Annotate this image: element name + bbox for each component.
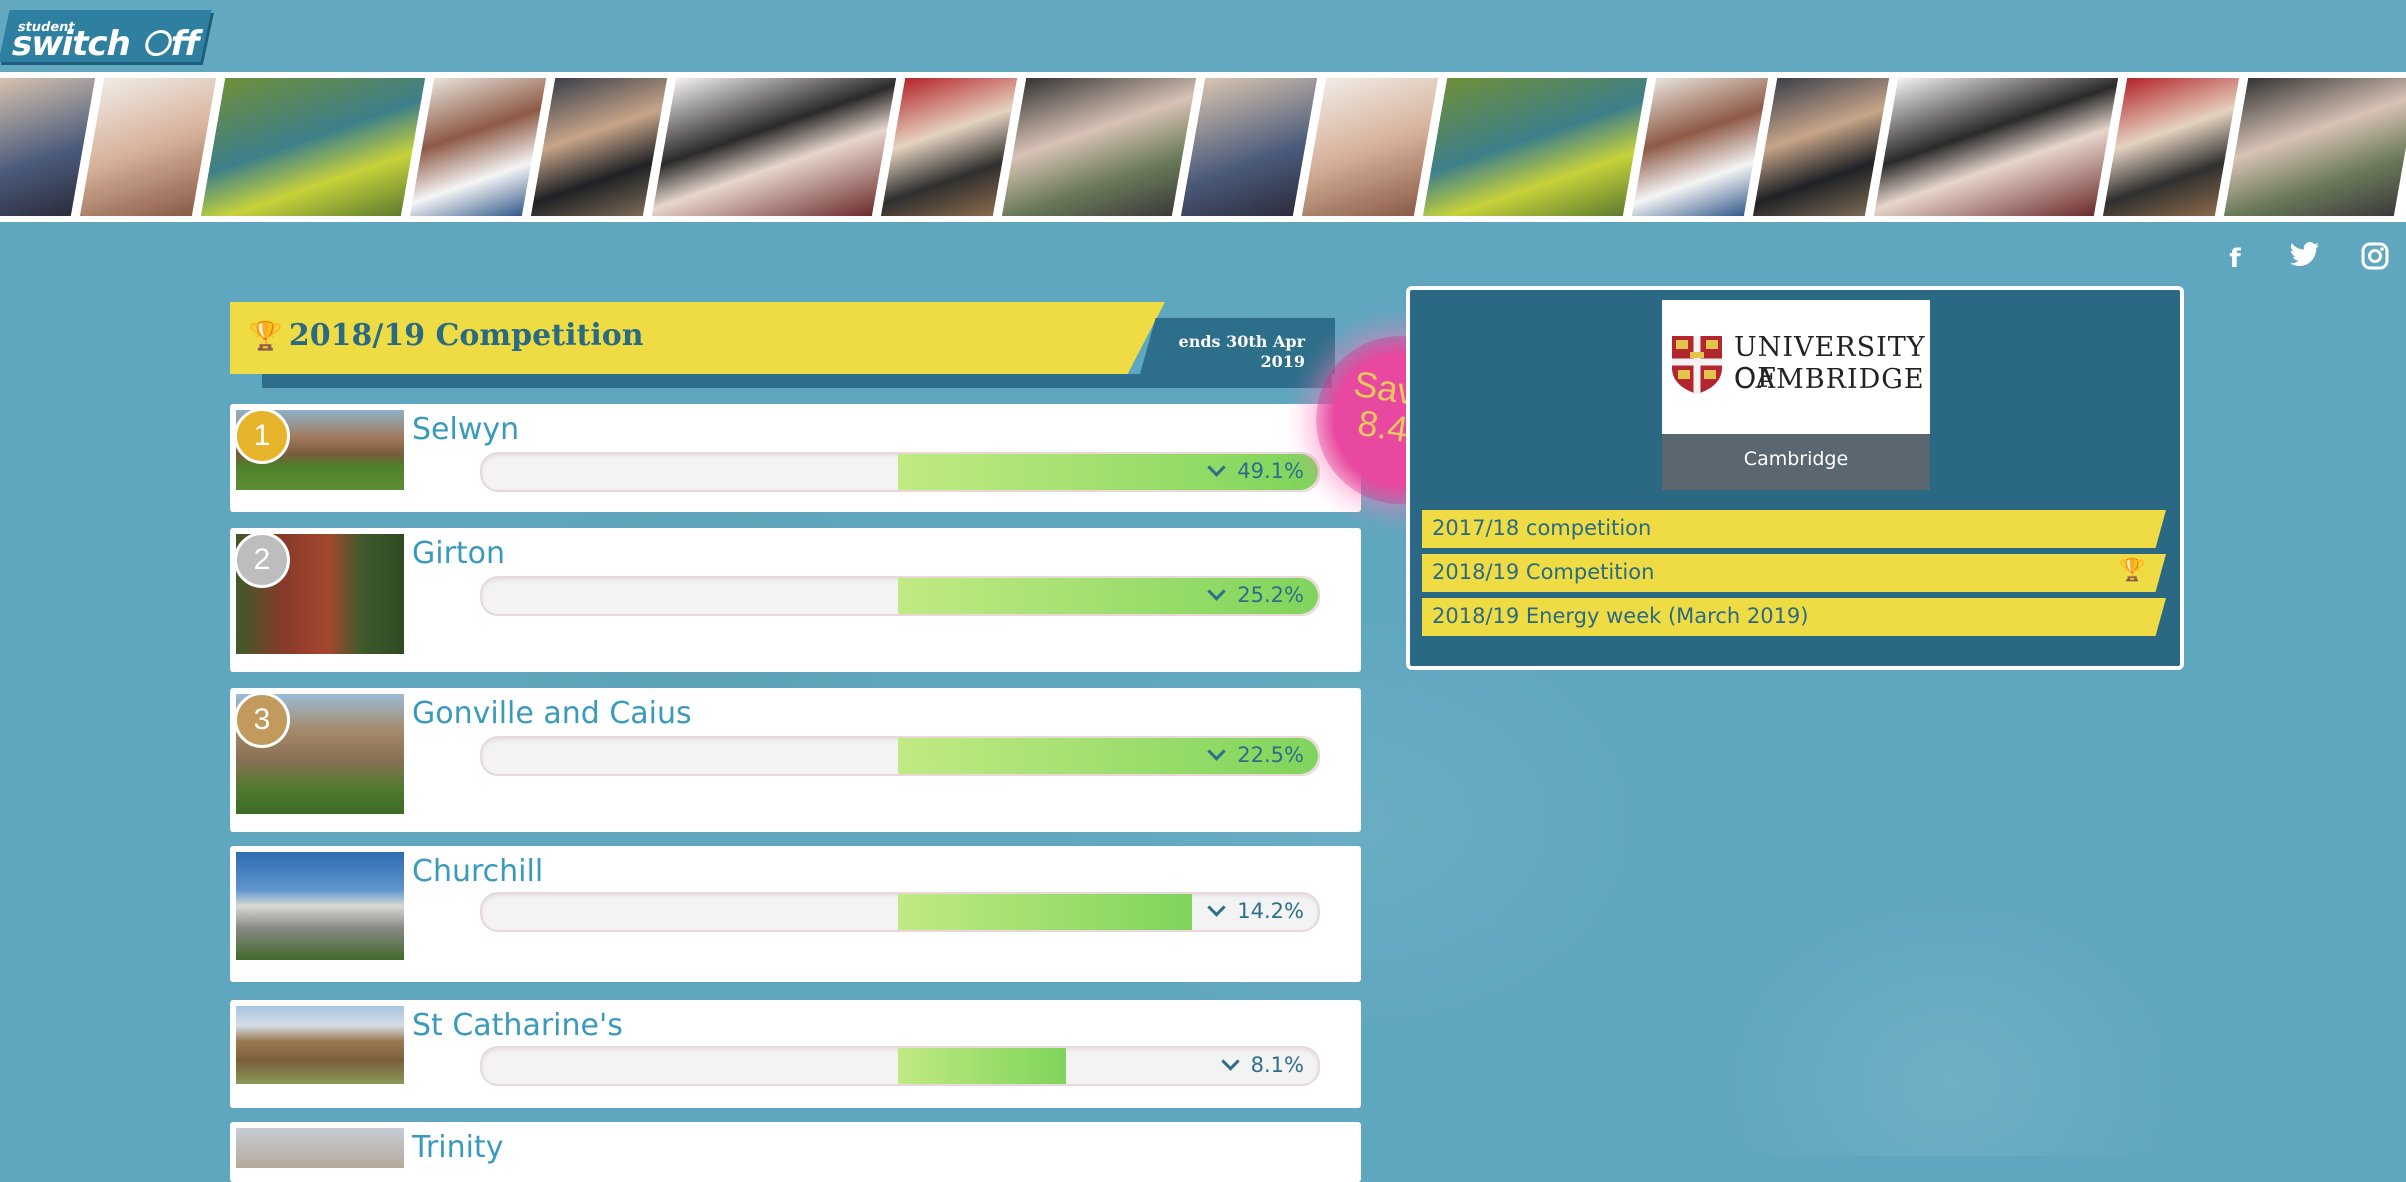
leaderboard-row[interactable]: Trinity: [230, 1122, 1361, 1182]
end-date-line1: ends 30th Apr: [1178, 332, 1305, 351]
logo-word-switch: switch: [8, 24, 135, 64]
university-logo-line2: CAMBRIDGE: [1734, 364, 1925, 395]
strip-photo: [1419, 78, 1648, 216]
leaderboard-row[interactable]: 2 Girton 25.2%: [230, 528, 1361, 672]
leaderboard-row[interactable]: St Catharine's 8.1%: [230, 1000, 1361, 1108]
strip-photo: [406, 78, 547, 216]
end-date-line2: 2019: [1260, 352, 1305, 371]
college-name[interactable]: Trinity: [412, 1130, 503, 1165]
university-logo: UNIVERSITY OF CAMBRIDGE: [1662, 300, 1930, 434]
strip-photo: [2220, 78, 2406, 216]
savings-percent[interactable]: 22.5%: [1207, 742, 1304, 767]
logo-main-text: switch ff: [8, 24, 203, 64]
trophy-icon: 🏆: [2118, 558, 2146, 583]
twitter-icon[interactable]: [2288, 242, 2322, 276]
chevron-down-icon: [1207, 898, 1226, 917]
competition-title: 🏆 2018/19 Competition: [248, 318, 644, 353]
college-name[interactable]: Churchill: [412, 854, 543, 889]
leaderboard-row[interactable]: 1 Selwyn 49.1%: [230, 404, 1361, 512]
strip-photo: [527, 78, 668, 216]
chevron-down-icon: [1207, 582, 1226, 601]
college-name[interactable]: Gonville and Caius: [412, 696, 692, 731]
chevron-down-icon: [1207, 742, 1226, 761]
savings-bar: 14.2%: [480, 892, 1320, 932]
twitter-bird-shape: [2290, 242, 2319, 266]
university-panel: UNIVERSITY OF CAMBRIDGE Cambridge 2017/1…: [1406, 286, 2184, 670]
savings-bar: 8.1%: [480, 1046, 1320, 1086]
rank-badge-silver: 2: [234, 532, 290, 588]
savings-bar: 25.2%: [480, 576, 1320, 616]
strip-photo: [1177, 78, 1318, 216]
strip-photo: [998, 78, 1197, 216]
savings-bar-fill: [898, 894, 1192, 930]
competition-header: 🏆 2018/19 Competition: [230, 302, 1165, 374]
college-name[interactable]: Girton: [412, 536, 505, 571]
savings-bar-fill: [898, 1048, 1066, 1084]
competition-title-text: 2018/19 Competition: [288, 318, 644, 353]
instagram-icon[interactable]: [2358, 242, 2392, 276]
rank-badge-gold: 1: [234, 408, 290, 464]
competition-header-underline: [262, 374, 1332, 388]
logo-word-ff: ff: [166, 24, 203, 64]
savings-percent[interactable]: 8.1%: [1220, 1052, 1304, 1077]
strip-photo: [76, 78, 217, 216]
savings-percent[interactable]: 49.1%: [1207, 458, 1304, 483]
competition-link-energy-week[interactable]: 2018/19 Energy week (March 2019): [1422, 598, 2166, 636]
cambridge-crest-icon: [1672, 336, 1722, 394]
header: student switch ff: [0, 0, 2406, 72]
savings-percent[interactable]: 25.2%: [1207, 582, 1304, 607]
chevron-down-icon: [1207, 458, 1226, 477]
facebook-icon[interactable]: f: [2218, 242, 2252, 276]
rank-badge-bronze: 3: [234, 692, 290, 748]
competition-end-date: ends 30th Apr 2019: [1140, 318, 1335, 374]
savings-bar: 49.1%: [480, 452, 1320, 492]
strip-photo: [197, 78, 426, 216]
competition-link-2017-18[interactable]: 2017/18 competition: [1422, 510, 2166, 548]
strip-photo: [648, 78, 897, 216]
leaderboard-row[interactable]: Churchill 14.2%: [230, 846, 1361, 982]
strip-photo: [1298, 78, 1439, 216]
trophy-icon: 🏆: [248, 319, 283, 352]
logo[interactable]: student switch ff: [0, 10, 212, 64]
university-card[interactable]: UNIVERSITY OF CAMBRIDGE Cambridge: [1662, 300, 1930, 490]
strip-photo: [1749, 78, 1890, 216]
college-name[interactable]: St Catharine's: [412, 1008, 623, 1043]
strip-photo: [1870, 78, 2119, 216]
college-photo: [236, 852, 404, 960]
competition-link-2018-19[interactable]: 2018/19 Competition 🏆: [1422, 554, 2166, 592]
savings-percent[interactable]: 14.2%: [1207, 898, 1304, 923]
college-photo: [236, 1128, 404, 1168]
chevron-down-icon: [1220, 1052, 1240, 1071]
strip-photo: [1628, 78, 1769, 216]
strip-photo: [2099, 78, 2240, 216]
college-name[interactable]: Selwyn: [412, 412, 519, 447]
strip-photo: [877, 78, 1018, 216]
instagram-camera-shape: [2361, 242, 2389, 270]
competition-link-label: 2018/19 Competition: [1432, 560, 1655, 584]
competition-link-label: 2018/19 Energy week (March 2019): [1432, 604, 1809, 628]
competition-link-label: 2017/18 competition: [1432, 516, 1652, 540]
leaderboard-row[interactable]: 3 Gonville and Caius 22.5%: [230, 688, 1361, 832]
college-photo: [236, 1006, 404, 1084]
photo-strip: [0, 72, 2406, 222]
university-name: Cambridge: [1662, 434, 1930, 490]
savings-bar: 22.5%: [480, 736, 1320, 776]
